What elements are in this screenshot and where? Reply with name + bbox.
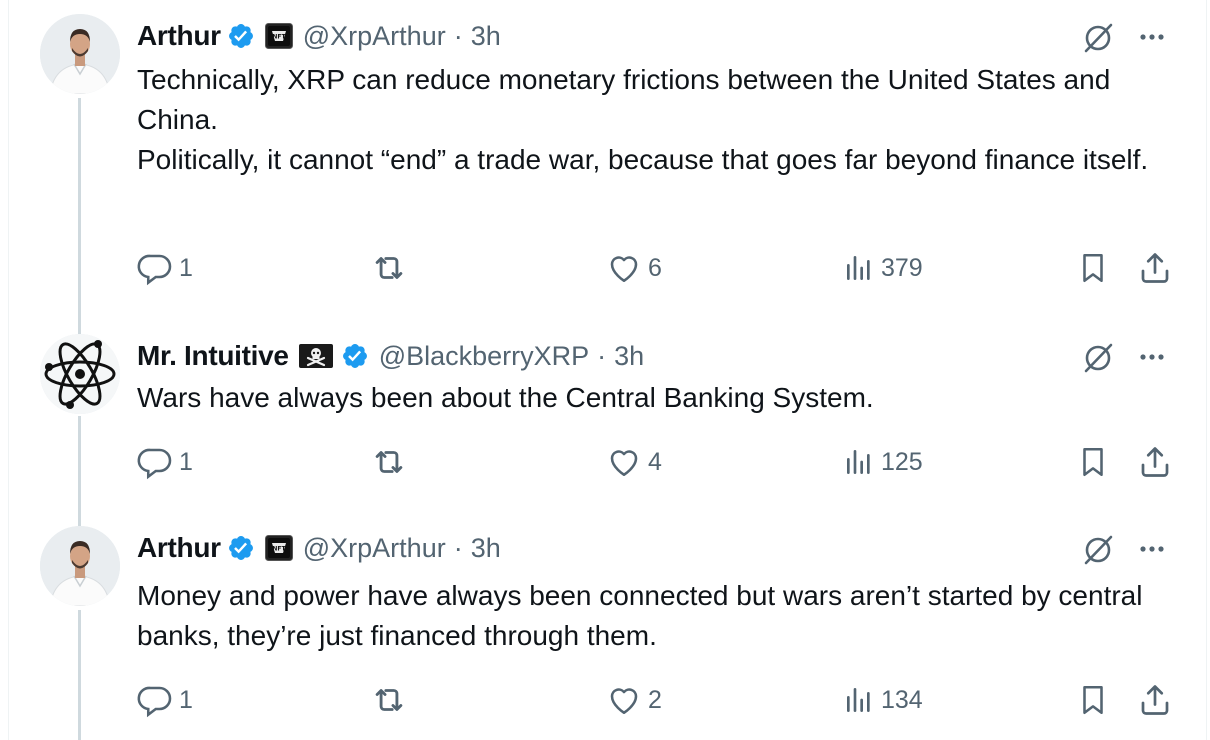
share-icon — [1141, 253, 1169, 283]
verified-badge-icon[interactable] — [227, 534, 255, 562]
tweet-text: Money and power have always been connect… — [137, 580, 1143, 651]
bookmark-button[interactable] — [1076, 680, 1110, 720]
analytics-icon — [847, 450, 870, 474]
verified-badge-icon[interactable] — [341, 342, 369, 370]
user-handle[interactable]: @XrpArthur — [303, 533, 446, 564]
like-count: 6 — [648, 253, 662, 282]
view-count: 125 — [881, 447, 923, 476]
grok-icon[interactable] — [1080, 20, 1116, 61]
reply-icon — [137, 254, 172, 286]
action-bar: 1 4 125 — [0, 442, 1210, 482]
display-name[interactable]: Arthur — [137, 20, 221, 52]
bookmark-icon — [1083, 685, 1103, 715]
timestamp[interactable]: 3h — [471, 21, 501, 52]
reply-button[interactable]: 1 — [137, 680, 193, 720]
svg-text:NFT: NFT — [272, 34, 286, 41]
more-options-icon[interactable] — [1135, 20, 1169, 59]
svg-text:NFT: NFT — [272, 546, 286, 553]
share-icon — [1141, 685, 1169, 715]
share-button[interactable] — [1137, 248, 1173, 288]
reply-icon — [137, 686, 172, 718]
display-name[interactable]: Mr. Intuitive — [137, 340, 289, 372]
grok-icon[interactable] — [1080, 532, 1116, 573]
reply-icon — [137, 448, 172, 480]
like-button[interactable]: 6 — [606, 248, 662, 288]
avatar[interactable] — [40, 526, 120, 606]
views-button[interactable]: 125 — [843, 442, 923, 482]
views-button[interactable]: 134 — [843, 680, 923, 720]
repost-icon — [375, 257, 403, 279]
nft-badge-icon[interactable]: NFT — [264, 23, 293, 49]
repost-icon — [375, 451, 403, 473]
bookmark-button[interactable] — [1076, 248, 1110, 288]
like-count: 4 — [648, 447, 662, 476]
reply-button[interactable]: 1 — [137, 442, 193, 482]
grok-icon[interactable] — [1080, 340, 1116, 381]
like-count: 2 — [648, 685, 662, 714]
pirate-flag-icon — [298, 343, 333, 369]
tweet-header: Mr. Intuitive @BlackberryXRP · 3h — [137, 336, 644, 376]
action-bar: 1 2 134 — [0, 680, 1210, 720]
share-button[interactable] — [1137, 442, 1173, 482]
tweet[interactable]: Arthur NFT @XrpArthur · 3h Technically, … — [0, 0, 1210, 320]
like-button[interactable]: 4 — [606, 442, 662, 482]
repost-icon — [375, 689, 403, 711]
share-icon — [1141, 447, 1169, 477]
avatar[interactable] — [40, 14, 120, 94]
nft-badge-icon[interactable]: NFT — [264, 535, 293, 561]
timestamp[interactable]: 3h — [614, 341, 644, 372]
reply-count: 1 — [179, 253, 193, 282]
view-count: 379 — [881, 253, 923, 282]
share-button[interactable] — [1137, 680, 1173, 720]
tweet[interactable]: Arthur NFT @XrpArthur · 3h Money and pow… — [0, 512, 1210, 740]
separator-dot: · — [453, 532, 463, 563]
heart-icon — [610, 256, 638, 283]
reply-count: 1 — [179, 685, 193, 714]
reply-count: 1 — [179, 447, 193, 476]
repost-button[interactable] — [370, 248, 408, 288]
views-button[interactable]: 379 — [843, 248, 923, 288]
reply-button[interactable]: 1 — [137, 248, 193, 288]
tweet-text: Technically, XRP can reduce monetary fri… — [137, 64, 1149, 175]
action-bar: 1 6 379 — [0, 248, 1210, 288]
bookmark-icon — [1083, 447, 1103, 477]
avatar[interactable] — [40, 334, 120, 414]
repost-button[interactable] — [370, 442, 408, 482]
tweet-header: Arthur NFT @XrpArthur · 3h — [137, 528, 501, 568]
bookmark-icon — [1083, 253, 1103, 283]
bookmark-button[interactable] — [1076, 442, 1110, 482]
more-options-icon[interactable] — [1135, 340, 1169, 379]
display-name[interactable]: Arthur — [137, 532, 221, 564]
separator-dot: · — [453, 20, 463, 51]
like-button[interactable]: 2 — [606, 680, 662, 720]
analytics-icon — [847, 255, 870, 280]
heart-icon — [610, 450, 638, 477]
tweet-text: Wars have always been about the Central … — [137, 382, 874, 413]
user-handle[interactable]: @BlackberryXRP — [379, 341, 589, 372]
separator-dot: · — [597, 340, 607, 371]
repost-button[interactable] — [370, 680, 408, 720]
user-handle[interactable]: @XrpArthur — [303, 21, 446, 52]
analytics-icon — [847, 688, 870, 712]
verified-badge-icon[interactable] — [227, 22, 255, 50]
timestamp[interactable]: 3h — [471, 533, 501, 564]
view-count: 134 — [881, 685, 923, 714]
heart-icon — [610, 688, 638, 715]
tweet[interactable]: Mr. Intuitive @BlackberryXRP · 3h Wars h… — [0, 320, 1210, 514]
tweet-header: Arthur NFT @XrpArthur · 3h — [137, 16, 501, 56]
more-options-icon[interactable] — [1135, 532, 1169, 571]
